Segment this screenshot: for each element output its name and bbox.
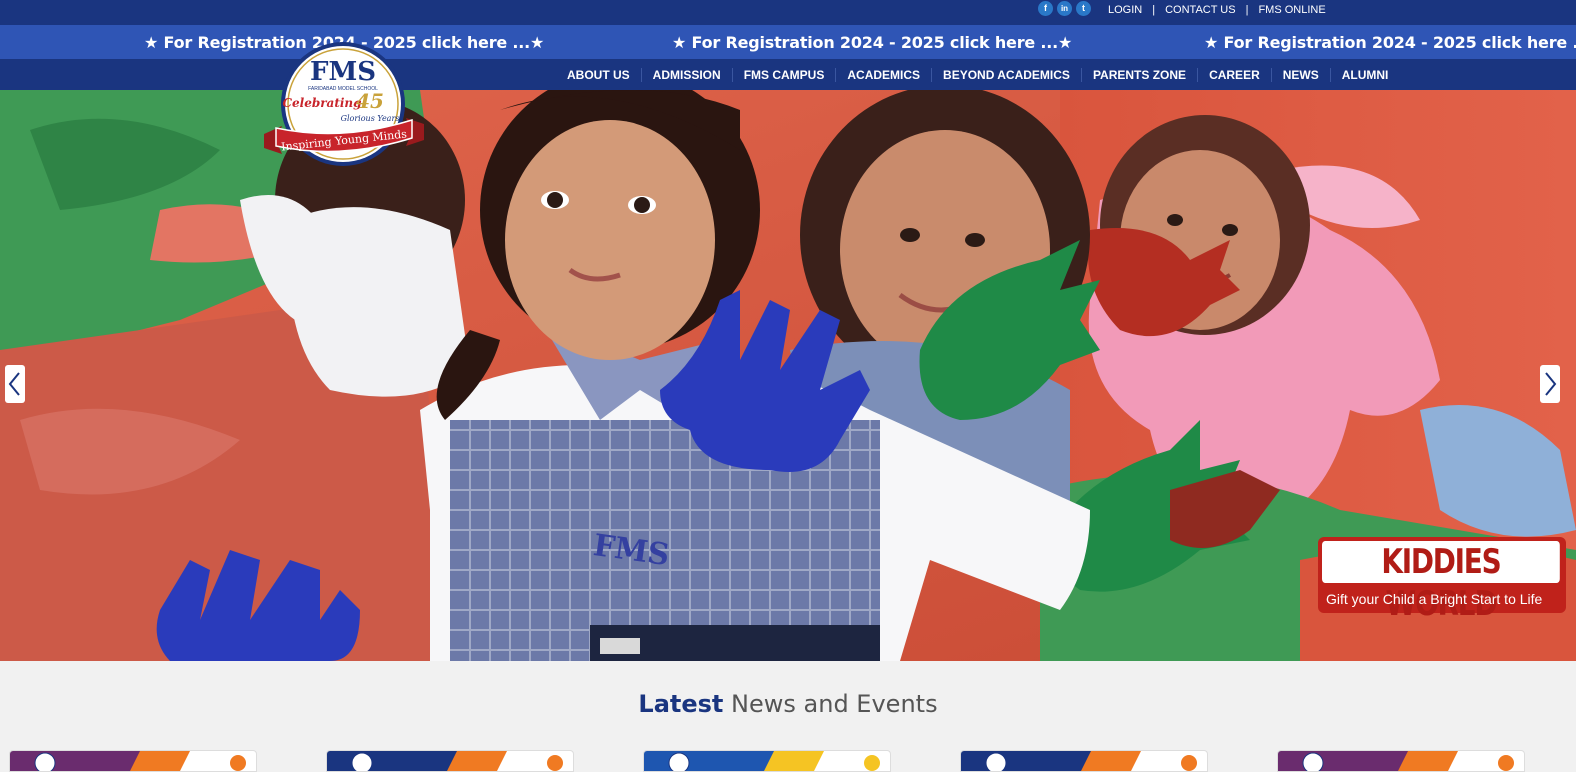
nav-academics[interactable]: ACADEMICS [835,67,931,82]
news-heading-strong: Latest [638,690,724,718]
news-card[interactable] [326,750,574,772]
news-card[interactable] [1277,750,1525,772]
news-card-thumbnail [644,751,880,771]
chevron-left-icon [8,372,20,396]
logo-brand: FMS [310,57,376,87]
logo-graphic: FMS FARIDABAD MODEL SCHOOL Celebrating 4… [264,42,424,166]
twitter-icon[interactable]: t [1076,1,1091,16]
logo-glorious: Glorious Years [341,114,400,123]
logo-years: 45 [356,89,384,113]
contact-us-link[interactable]: CONTACT US [1165,4,1236,16]
linkedin-icon[interactable]: in [1057,1,1072,16]
nav-about-us[interactable]: ABOUT US [556,68,641,82]
nav-alumni[interactable]: ALUMNI [1329,67,1400,82]
slider-prev-button[interactable] [5,365,25,403]
news-card[interactable] [643,750,891,772]
news-heading: Latest News and Events [0,690,1576,718]
main-nav: ABOUT US ADMISSION FMS CAMPUS ACADEMICS … [556,59,1399,90]
logo-celebrating: Celebrating [282,96,361,110]
separator: | [1152,4,1156,16]
news-card[interactable] [9,750,257,772]
fms-online-link[interactable]: FMS ONLINE [1258,4,1325,16]
nav-career[interactable]: CAREER [1197,67,1271,82]
nav-parents-zone[interactable]: PARENTS ZONE [1080,67,1197,82]
nav-news[interactable]: NEWS [1270,67,1330,82]
main-nav-bar: ABOUT US ADMISSION FMS CAMPUS ACADEMICS … [0,59,1576,90]
registration-marquee[interactable]: ★ For Registration 2024 - 2025 click her… [0,25,1576,59]
login-link[interactable]: LOGIN [1108,4,1142,16]
news-card[interactable] [960,750,1208,772]
facebook-icon[interactable]: f [1038,1,1053,16]
news-card-thumbnail [10,751,246,771]
nav-admission[interactable]: ADMISSION [640,67,732,82]
nav-beyond-academics[interactable]: BEYOND ACADEMICS [931,67,1081,82]
separator: | [1245,4,1249,16]
top-links: LOGIN | CONTACT US | FMS ONLINE [1108,4,1326,16]
school-logo[interactable]: FMS FARIDABAD MODEL SCHOOL Celebrating 4… [262,42,426,170]
news-heading-rest: News and Events [731,690,938,718]
nav-fms-campus[interactable]: FMS CAMPUS [731,67,836,82]
news-card-thumbnail [1278,751,1514,771]
slider-next-button[interactable] [1540,365,1560,403]
social-links: f in t [1038,1,1091,16]
kiddies-world-subtitle: Gift your Child a Bright Start to Life [1326,591,1543,607]
kiddies-world-badge[interactable]: KIDDIES WORLD Gift your Child a Bright S… [1318,537,1566,624]
chevron-right-icon [1545,372,1557,396]
news-card-thumbnail [327,751,563,771]
news-card-thumbnail [961,751,1197,771]
kiddies-world-title: KIDDIES WORLD [1322,541,1560,624]
marquee-text[interactable]: ★ For Registration 2024 - 2025 click her… [672,33,1072,52]
marquee-text[interactable]: ★ For Registration 2024 - 2025 click her… [1204,33,1576,52]
top-bar: f in t LOGIN | CONTACT US | FMS ONLINE [0,0,1576,25]
